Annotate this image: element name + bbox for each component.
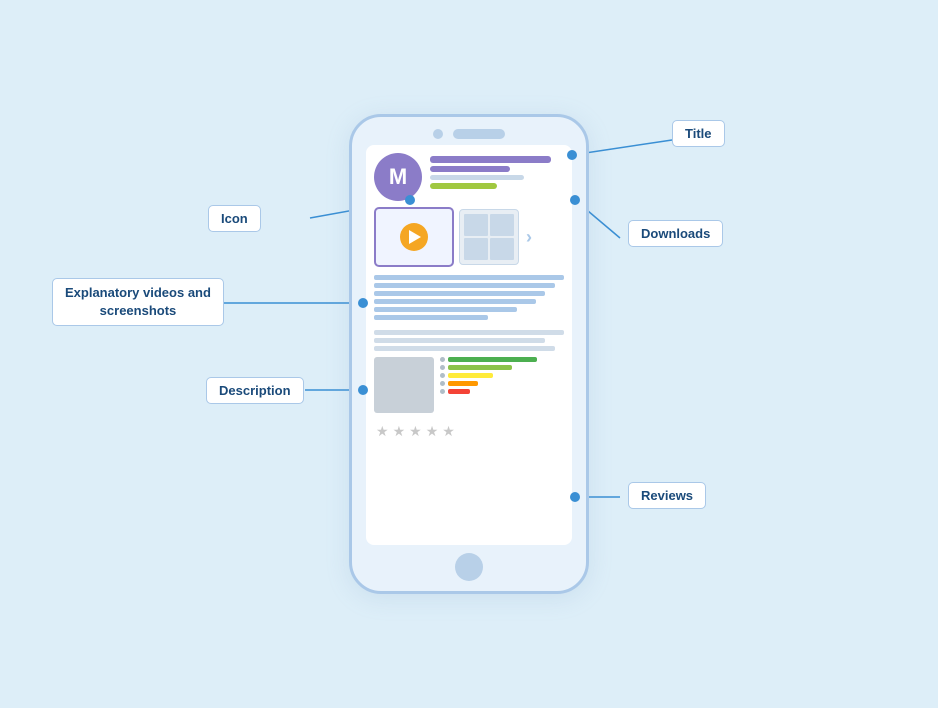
explanatory-label: Explanatory videos and screenshots <box>52 278 224 326</box>
desc-line <box>374 315 488 320</box>
app-icon: M <box>374 153 422 201</box>
meta-bar <box>430 175 524 180</box>
star-icon: ★ <box>409 423 422 440</box>
reviews-section <box>374 357 564 413</box>
desc-line-gray <box>374 346 555 351</box>
downloads-label: Downloads <box>628 220 723 247</box>
star-icon: ★ <box>393 423 406 440</box>
desc-line <box>374 291 545 296</box>
star-icon: ★ <box>442 423 455 440</box>
screenshot-cell <box>490 214 514 236</box>
star-icon: ★ <box>426 423 439 440</box>
reviews-label: Reviews <box>628 482 706 509</box>
review-bar <box>448 389 470 394</box>
desc-line <box>374 299 536 304</box>
review-dot <box>440 373 445 378</box>
description-section <box>374 273 564 351</box>
connector-dot-title <box>567 150 577 160</box>
phone-speaker <box>453 129 505 139</box>
star-icon: ★ <box>376 423 389 440</box>
screenshot-cell <box>464 238 488 260</box>
review-bar-row <box>440 381 564 386</box>
review-dot <box>440 357 445 362</box>
connector-dot-explanatory <box>358 298 368 308</box>
chevron-right-icon: › <box>526 227 532 248</box>
media-section: › <box>374 207 564 267</box>
review-dot <box>440 389 445 394</box>
stars-row: ★ ★ ★ ★ ★ <box>374 423 564 440</box>
title-bar <box>430 156 551 163</box>
review-bars <box>440 357 564 394</box>
screenshot-cell <box>490 238 514 260</box>
play-icon <box>409 230 421 244</box>
review-bar <box>448 357 537 362</box>
connector-dot-reviews <box>570 492 580 502</box>
home-button <box>455 553 483 581</box>
title-label: Title <box>672 120 725 147</box>
review-bar <box>448 381 478 386</box>
connector-dot-icon <box>405 195 415 205</box>
review-bar-row <box>440 365 564 370</box>
screenshot-cell <box>464 214 488 236</box>
desc-line <box>374 283 555 288</box>
review-bar-row <box>440 389 564 394</box>
rating-bar <box>430 183 497 189</box>
desc-line-gray <box>374 330 564 335</box>
review-image <box>374 357 434 413</box>
play-button <box>400 223 428 251</box>
desc-line <box>374 275 564 280</box>
description-label: Description <box>206 377 304 404</box>
app-header: M <box>374 153 564 201</box>
review-bar <box>448 373 493 378</box>
subtitle-bar <box>430 166 510 172</box>
phone-mockup: M › <box>349 114 589 594</box>
review-bar-row <box>440 357 564 362</box>
connector-dot-description <box>358 385 368 395</box>
connector-dot-downloads <box>570 195 580 205</box>
review-bar <box>448 365 512 370</box>
app-info <box>430 156 564 189</box>
review-dot <box>440 365 445 370</box>
review-bar-row <box>440 373 564 378</box>
phone-top-bar <box>433 129 505 139</box>
review-dot <box>440 381 445 386</box>
phone-camera <box>433 129 443 139</box>
video-thumbnail <box>374 207 454 267</box>
icon-label: Icon <box>208 205 261 232</box>
phone-screen: M › <box>366 145 572 545</box>
screenshot-thumbnail <box>459 209 519 265</box>
desc-line-gray <box>374 338 545 343</box>
phone-bottom <box>455 553 483 581</box>
desc-line <box>374 307 517 312</box>
